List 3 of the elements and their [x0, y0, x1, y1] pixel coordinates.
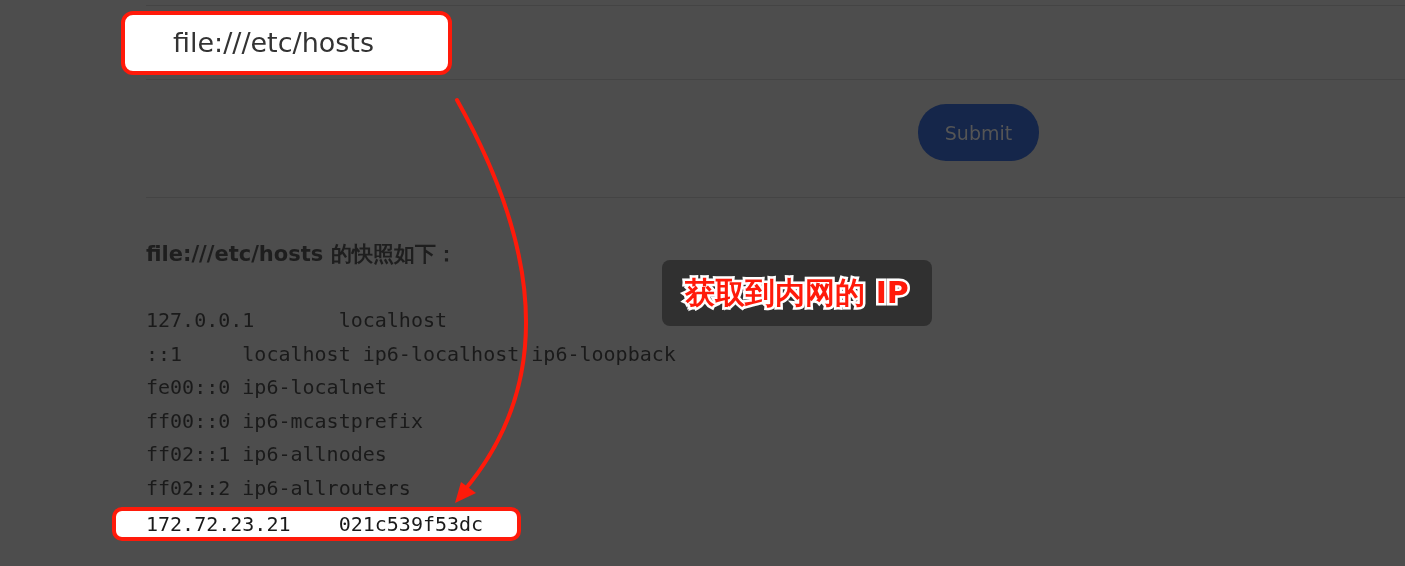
hosts-line: 172.72.23.21 021c539f53dc — [112, 507, 521, 541]
annotation-label: 获取到内网的 IP — [662, 260, 932, 326]
url-field[interactable]: file:///etc/hosts — [121, 10, 452, 75]
